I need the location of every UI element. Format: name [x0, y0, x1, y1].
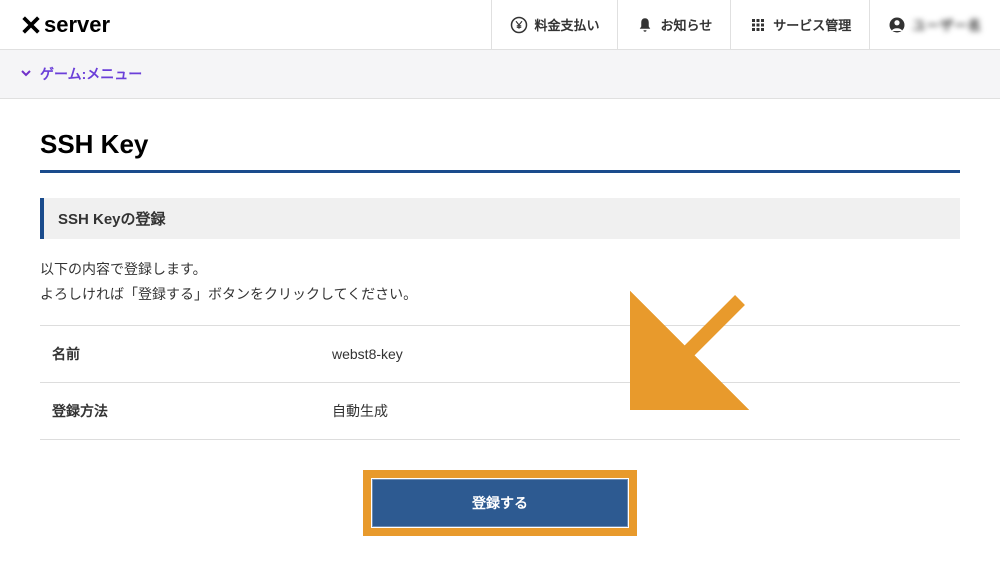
- description: 以下の内容で登録します。 よろしければ「登録する」ボタンをクリックしてください。: [40, 257, 960, 307]
- nav-user[interactable]: ユーザー名: [869, 0, 1000, 49]
- grid-icon: [749, 16, 767, 34]
- table-row: 名前 webst8-key: [40, 326, 960, 383]
- nav-user-label: ユーザー名: [912, 15, 982, 34]
- nav-services[interactable]: サービス管理: [730, 0, 869, 49]
- main-content: SSH Key SSH Keyの登録 以下の内容で登録します。 よろしければ「登…: [0, 99, 1000, 566]
- logo-text: server: [44, 12, 110, 38]
- description-line2: よろしければ「登録する」ボタンをクリックしてください。: [40, 282, 960, 307]
- nav-notice-label: お知らせ: [660, 15, 712, 34]
- nav-payment[interactable]: 料金支払い: [491, 0, 617, 49]
- register-button[interactable]: 登録する: [371, 478, 629, 528]
- row-value-name: webst8-key: [320, 326, 960, 383]
- top-nav: 料金支払い お知らせ サービス管理 ユーザー名: [491, 0, 1000, 49]
- submenu-label: ゲーム:メニュー: [40, 64, 142, 84]
- action-area: 登録する: [40, 470, 960, 536]
- yen-icon: [510, 16, 528, 34]
- nav-notice[interactable]: お知らせ: [617, 0, 730, 49]
- confirm-table: 名前 webst8-key 登録方法 自動生成: [40, 325, 960, 440]
- bell-icon: [636, 16, 654, 34]
- row-value-method: 自動生成: [320, 383, 960, 440]
- nav-services-label: サービス管理: [773, 15, 851, 34]
- button-highlight-frame: 登録する: [363, 470, 637, 536]
- submenu-bar: ゲーム:メニュー: [0, 50, 1000, 99]
- logo-x-icon: [20, 14, 42, 36]
- chevron-down-icon: [20, 66, 32, 82]
- nav-payment-label: 料金支払い: [534, 15, 599, 34]
- row-label-name: 名前: [40, 326, 320, 383]
- logo[interactable]: server: [20, 12, 110, 38]
- description-line1: 以下の内容で登録します。: [40, 257, 960, 282]
- table-row: 登録方法 自動生成: [40, 383, 960, 440]
- section-title: SSH Keyの登録: [40, 198, 960, 239]
- row-label-method: 登録方法: [40, 383, 320, 440]
- page-title: SSH Key: [40, 129, 960, 173]
- header: server 料金支払い お知らせ サービス管理 ユーザー名: [0, 0, 1000, 50]
- submenu-game-menu[interactable]: ゲーム:メニュー: [20, 64, 142, 84]
- user-icon: [888, 16, 906, 34]
